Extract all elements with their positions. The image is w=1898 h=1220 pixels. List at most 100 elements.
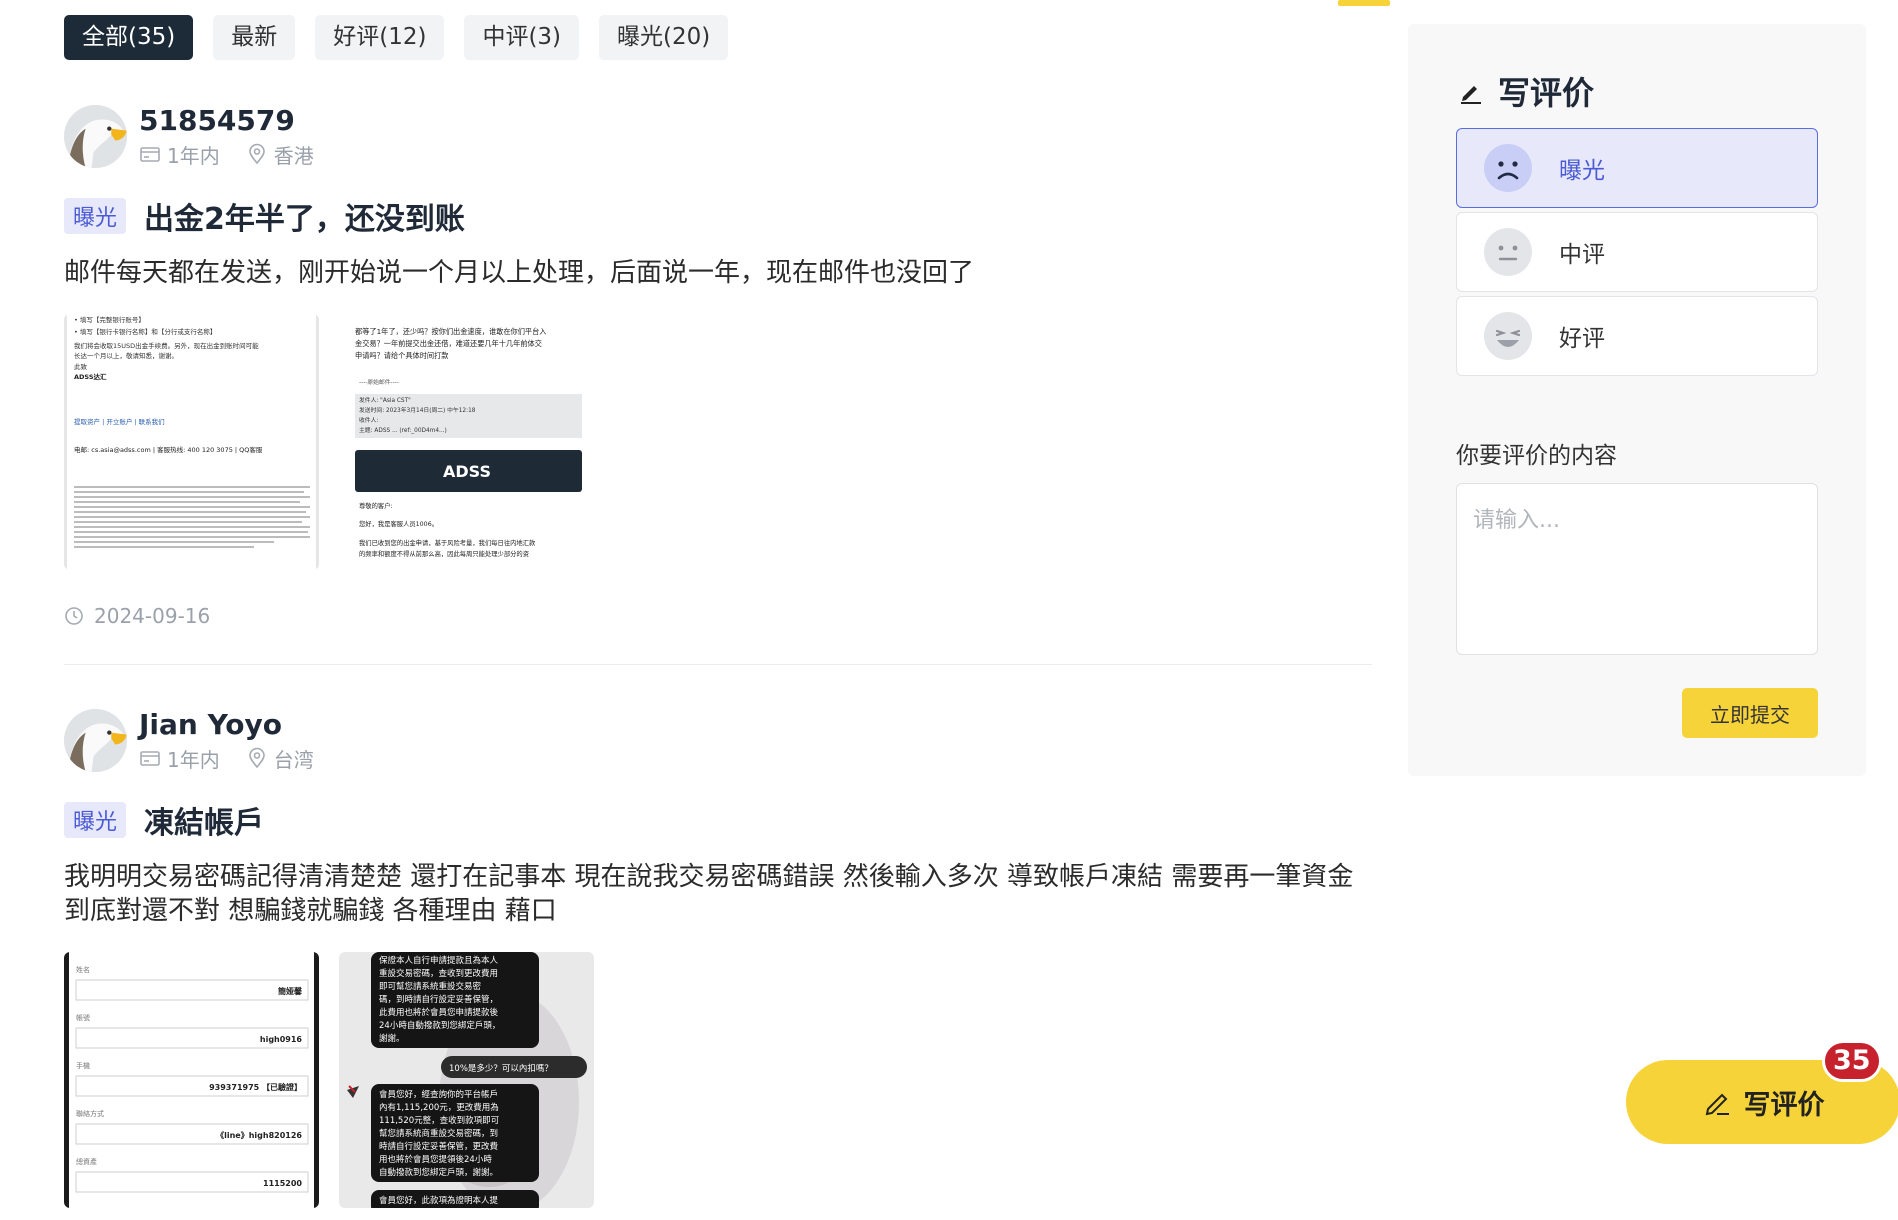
reviewer-info: Jian Yoyo 1年内 台湾: [139, 708, 314, 773]
chat-line: 自動撥款到您綁定戶頭，謝謝。: [379, 1167, 498, 1178]
card-icon: [139, 747, 161, 769]
chat-line: 會員您好，此款項為證明本人提: [379, 1195, 499, 1206]
reviewer-name[interactable]: Jian Yoyo: [139, 708, 314, 742]
tab-latest[interactable]: 最新: [213, 15, 296, 60]
review-images: 姓名 簡娅馨 帳號 high0916 手機 939371975 【已驗證】 聯絡…: [64, 952, 1374, 1208]
reviewer-period: 1年内: [167, 747, 220, 772]
review-body: 我明明交易密碼記得清清楚楚 還打在記事本 現在說我交易密碼錯誤 然後輸入多次 導…: [64, 862, 1354, 926]
edit-pencil-icon: [1702, 1087, 1732, 1117]
chat-line: 即可幫您請系統重設交易密: [379, 981, 482, 992]
eagle-avatar[interactable]: [64, 708, 127, 772]
chat-line: 111,520元整，查收到款項即可: [379, 1115, 500, 1126]
rating-option-label: 曝光: [1559, 158, 1605, 184]
card-icon: [139, 143, 161, 165]
review-images: • 填写【完整银行账号】 • 填写【银行卡银行名称】和【分行或支行名称】 我们将…: [64, 314, 1374, 570]
panel-title: 写评价: [1458, 68, 1594, 114]
review-tag: 曝光: [64, 802, 127, 838]
email1-line: 提取资产 | 开立账户 | 联系我们: [74, 417, 165, 426]
review-body: 邮件每天都在发送，刚开始说一个月以上处理，后面说一年，现在邮件也没回了: [64, 258, 975, 288]
email2-line: 的频率和额度不得从前那么高，因此每周只能处理少部分的资: [359, 549, 529, 558]
email2-logo: ADSS: [443, 462, 491, 481]
submit-button[interactable]: 立即提交: [1682, 688, 1818, 738]
email2-line: 您好，我是客服人员1006。: [359, 519, 438, 528]
clock-icon: [64, 606, 84, 626]
chat-line: 10%是多少？可以內扣嗎？: [449, 1063, 553, 1074]
form-value: 簡娅馨: [278, 986, 303, 996]
review-card: 51854579 1年内 香港 曝光 出金2年半了，还没到账 邮件每天都在发送，…: [64, 104, 1374, 628]
happy-face-icon: [1483, 311, 1533, 361]
eagle-avatar[interactable]: [64, 104, 127, 168]
review-image-account-form[interactable]: 姓名 簡娅馨 帳號 high0916 手機 939371975 【已驗證】 聯絡…: [64, 952, 319, 1208]
chat-line: 時請自行設定妥善保管，更改費: [379, 1141, 499, 1152]
email2-line: ----原始邮件----: [359, 378, 399, 386]
rating-option-label: 好评: [1559, 326, 1605, 352]
form-label: 帳號: [76, 1013, 90, 1022]
email2-line: 发件人: "Asia CST": [359, 396, 411, 404]
email1-line: 电邮: cs.asia@adss.com | 客服热线: 400 120 307…: [74, 445, 263, 454]
email2-line: 尊敬的客户:: [359, 501, 393, 510]
reviewer-location: 台湾: [273, 747, 314, 772]
reviewer-name[interactable]: 51854579: [139, 104, 314, 138]
email1-line: 长达一个月以上，敬请知悉，谢谢。: [74, 351, 178, 360]
chat-line: 會員您好，經查詢你的平台帳戶: [379, 1089, 498, 1100]
review-date-row: 2024-09-16: [64, 604, 1374, 628]
location-pin-icon: [246, 143, 268, 165]
email1-line: 此致: [74, 362, 88, 371]
email2-line: 主题: ADSS ... (ref:_00D4m4...): [359, 426, 447, 434]
review-image-email-2[interactable]: 都等了1年了，还少吗？按你们出金速度，谁敢在你们平台入 金交易？一年前提交出金还…: [341, 314, 596, 570]
chat-line: 此費用也將於會員您申請提款後: [379, 1007, 499, 1018]
email2-line: 都等了1年了，还少吗？按你们出金速度，谁敢在你们平台入: [355, 327, 546, 336]
form-value: 《line》high820126: [216, 1130, 302, 1140]
form-value: high0916: [260, 1035, 303, 1044]
review-date: 2024-09-16: [94, 604, 211, 628]
review-title[interactable]: 凍結帳戶: [144, 798, 264, 842]
review-title[interactable]: 出金2年半了，还没到账: [144, 194, 465, 238]
review-content-label: 你要评价的内容: [1456, 443, 1617, 469]
reviewer-info: 51854579 1年内 香港: [139, 104, 314, 169]
floating-button-label: 写评价: [1743, 1089, 1825, 1121]
sad-face-icon: [1483, 143, 1533, 193]
review-card: Jian Yoyo 1年内 台湾 曝光 凍結帳戶 我明明交易密碼記得清清楚楚 還…: [64, 708, 1374, 1208]
review-content-input[interactable]: [1456, 483, 1818, 655]
email1-line: ADSS达汇: [74, 372, 107, 381]
review-filter-tabs: 全部(35) 最新 好评(12) 中评(3) 曝光(20): [64, 15, 729, 60]
chat-line: 重設交易密碼，查收到更改費用: [379, 968, 498, 979]
review-title-row: 曝光 出金2年半了，还没到账: [64, 194, 1374, 238]
form-value: 939371975 【已驗證】: [209, 1082, 302, 1092]
top-accent-bar: [1338, 0, 1390, 6]
email2-line: 收件人:: [359, 416, 378, 424]
tab-exposure[interactable]: 曝光(20): [599, 15, 729, 60]
rating-option-label: 中评: [1559, 242, 1605, 268]
neutral-face-icon: [1483, 227, 1533, 277]
email2-line: 金交易？一年前提交出金还借，难道还要几年十几年前体交: [355, 339, 542, 348]
location-pin-icon: [246, 747, 268, 769]
form-label: 手機: [76, 1061, 90, 1070]
review-header: 51854579 1年内 香港: [64, 104, 1374, 168]
tab-positive[interactable]: 好评(12): [315, 15, 445, 60]
edit-pencil-icon: [1458, 78, 1484, 104]
review-count-badge: 35: [1822, 1040, 1882, 1082]
email2-line: 我们已收到您的出金申请，基于风险考量，我们每日往内地汇款: [359, 538, 536, 547]
chat-line: 保證本人自行申請提款且為本人: [379, 955, 499, 966]
review-header: Jian Yoyo 1年内 台湾: [64, 708, 1374, 772]
email2-line: 申请吗？请给个具体时间打款: [355, 351, 448, 360]
review-image-email-1[interactable]: • 填写【完整银行账号】 • 填写【银行卡银行名称】和【分行或支行名称】 我们将…: [64, 314, 319, 570]
reviewer-meta: 1年内 香港: [139, 140, 314, 169]
rating-option-positive[interactable]: 好评: [1456, 296, 1818, 376]
chat-line: 內有1,115,200元，更改費用為: [379, 1102, 499, 1113]
write-review-panel: 写评价 曝光 中评 好评 你要评价的内容 立即提交: [1408, 24, 1866, 776]
rating-option-exposure[interactable]: 曝光: [1456, 128, 1818, 208]
reviewer-location: 香港: [273, 143, 314, 168]
rating-option-neutral[interactable]: 中评: [1456, 212, 1818, 292]
tab-neutral[interactable]: 中评(3): [464, 15, 580, 60]
form-label: 總資產: [76, 1157, 97, 1166]
email1-line: 我们将会收取15USD出金手续费。另外，现在出金到账时间可能: [74, 341, 259, 350]
review-divider: [64, 664, 1372, 665]
form-label: 聯絡方式: [76, 1109, 104, 1118]
chat-line: 幫您請系統商重設交易密碼，到: [379, 1128, 498, 1139]
chat-line: 用也將於會員您提領後24小時: [379, 1154, 492, 1165]
tab-all[interactable]: 全部(35): [64, 15, 194, 60]
chat-line: 碼，到時請自行設定妥善保管，: [379, 994, 498, 1005]
form-label: 姓名: [76, 965, 90, 974]
review-image-chat[interactable]: 保證本人自行申請提款且為本人 重設交易密碼，查收到更改費用 即可幫您請系統重設交…: [339, 952, 594, 1208]
